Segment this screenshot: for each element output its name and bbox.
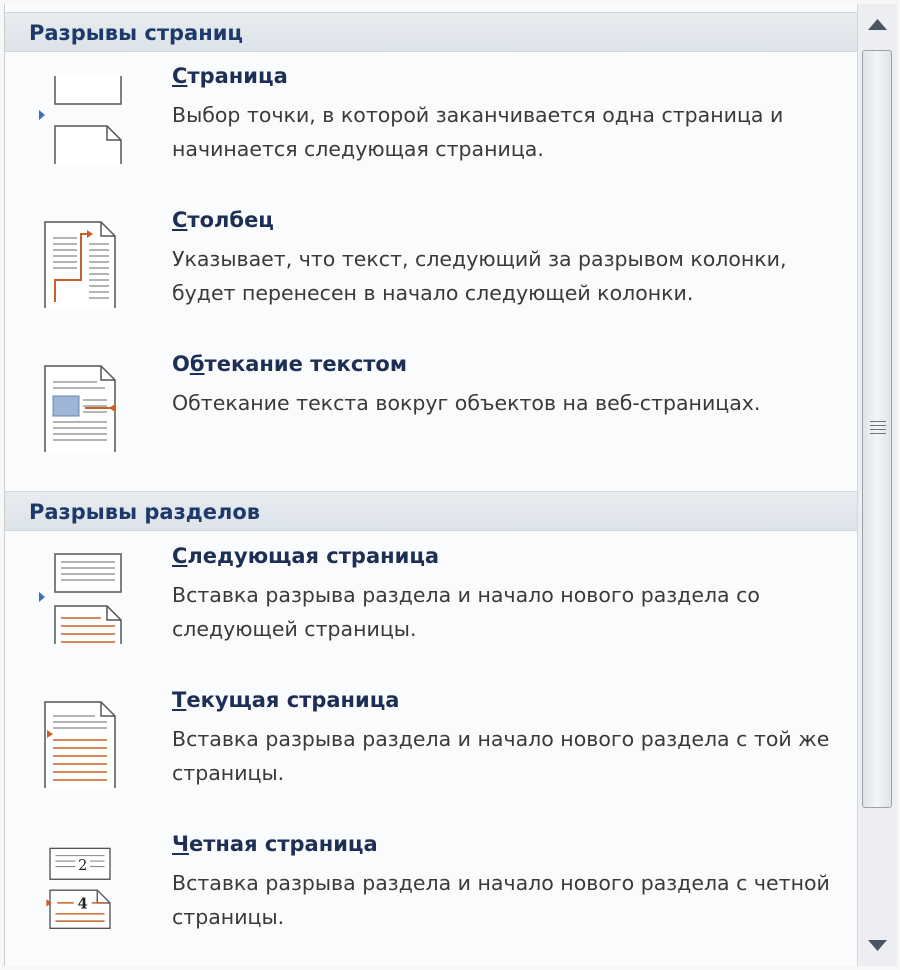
continuous-icon xyxy=(44,701,116,788)
item-title: Четная страница xyxy=(172,832,378,856)
scroll-down-button[interactable] xyxy=(858,926,897,966)
arrow-down-icon xyxy=(868,940,887,951)
item-description: Указывает, что текст, следующий за разры… xyxy=(172,247,787,305)
item-title: Следующая страница xyxy=(172,544,440,568)
even-page-top-number: 2 xyxy=(78,858,87,874)
item-description: Обтекание текста вокруг объектов на веб-… xyxy=(172,391,761,415)
section-header-section-breaks: Разрывы разделов xyxy=(5,491,858,531)
menu-item-next-page[interactable]: Следующая страница Вставка разрыва разде… xyxy=(5,544,858,684)
even-page-bottom-number: 4 xyxy=(78,895,88,912)
menu-item-continuous[interactable]: Текущая страница Вставка разрыва раздела… xyxy=(5,688,858,828)
arrow-up-icon xyxy=(868,19,887,30)
menu-item-even-page[interactable]: 2 4 Четная страница Вставка разрыва разд… xyxy=(5,832,858,966)
scrollbar-thumb[interactable] xyxy=(862,50,892,808)
section-title: Разрывы страниц xyxy=(29,21,243,45)
item-title: Текущая страница xyxy=(172,688,400,712)
even-page-icon: 2 4 xyxy=(46,847,111,930)
menu-item-text-wrapping[interactable]: Обтекание текстом Обтекание текста вокру… xyxy=(5,352,858,492)
grip-icon xyxy=(870,421,886,437)
item-title: Столбец xyxy=(172,208,274,232)
vertical-scrollbar[interactable] xyxy=(857,4,897,966)
section-title: Разрывы разделов xyxy=(29,500,261,524)
text-wrapping-icon xyxy=(44,365,116,452)
item-description: Вставка разрыва раздела и начало нового … xyxy=(172,583,760,641)
scroll-up-button[interactable] xyxy=(858,4,897,44)
item-description: Вставка разрыва раздела и начало нового … xyxy=(172,727,830,785)
breaks-gallery: Разрывы страниц Страница Выбор точки, в … xyxy=(4,4,858,966)
item-description: Выбор точки, в которой заканчивается одн… xyxy=(172,103,784,161)
section-header-page-breaks: Разрывы страниц xyxy=(5,12,858,52)
item-title: Страница xyxy=(172,64,288,88)
menu-item-column-break[interactable]: Столбец Указывает, что текст, следующий … xyxy=(5,208,858,348)
item-title: Обтекание текстом xyxy=(172,352,408,376)
page-break-icon xyxy=(39,76,122,164)
item-description: Вставка разрыва раздела и начало нового … xyxy=(172,871,830,929)
menu-item-page-break[interactable]: Страница Выбор точки, в которой заканчив… xyxy=(5,64,858,204)
column-break-icon xyxy=(44,221,116,308)
next-page-icon xyxy=(39,553,122,644)
